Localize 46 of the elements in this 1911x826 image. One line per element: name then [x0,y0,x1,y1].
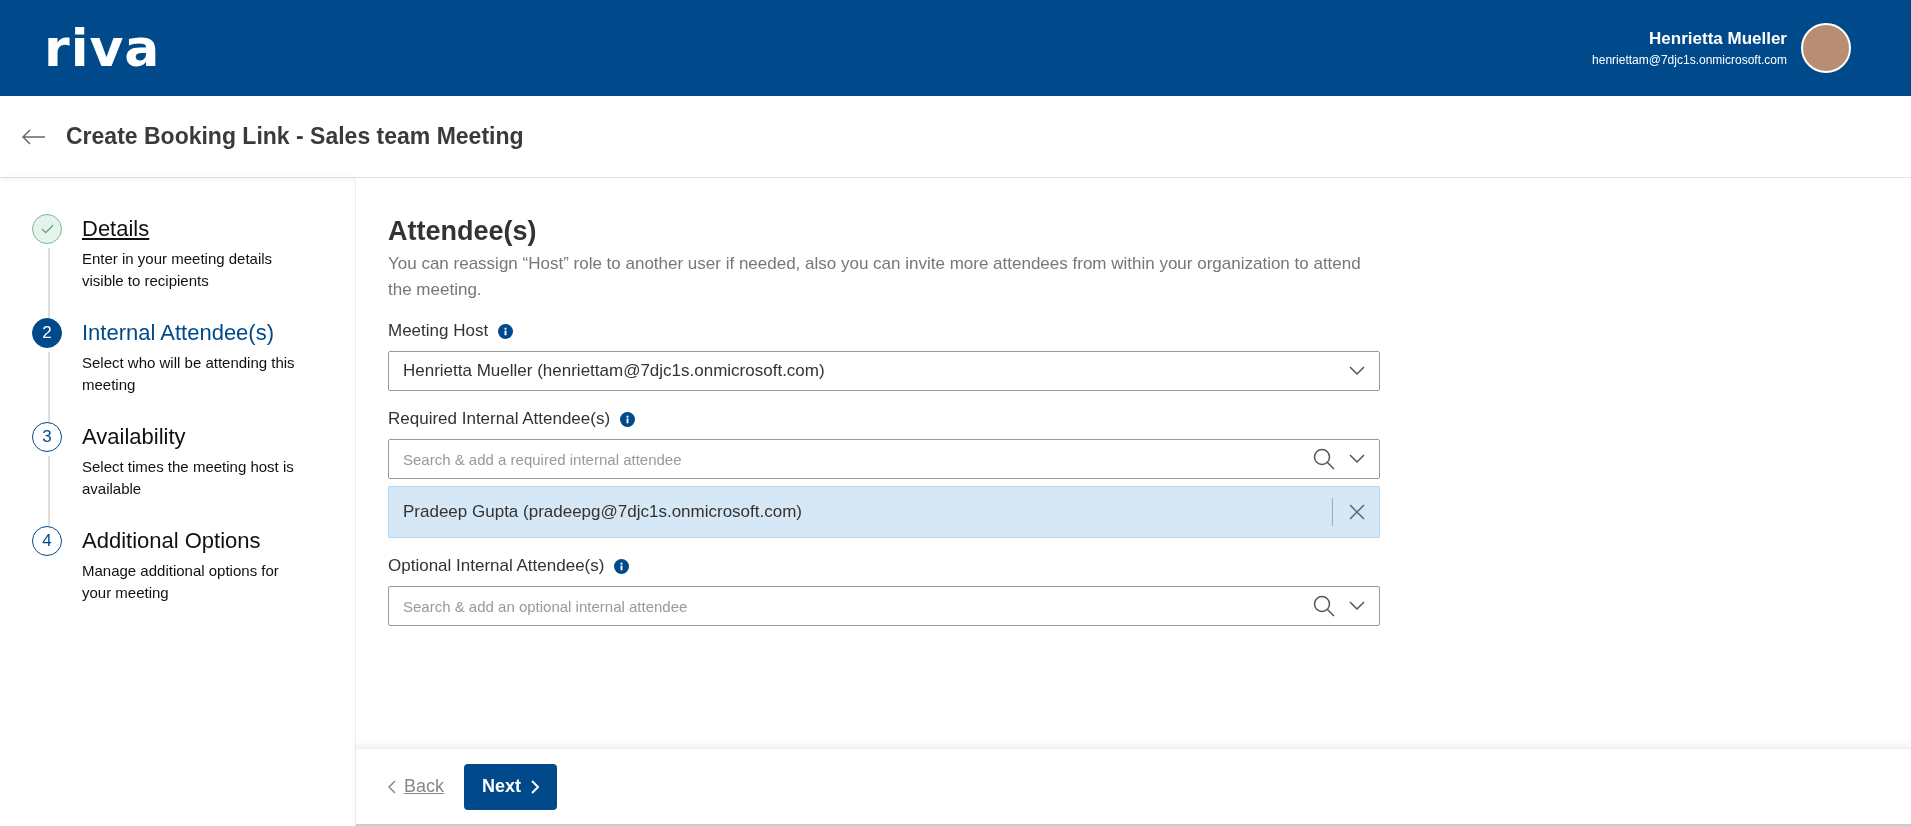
user-name: Henrietta Mueller [1649,29,1787,49]
step-title: Internal Attendee(s) [82,319,275,347]
back-link[interactable]: Back [388,776,445,797]
info-icon[interactable] [620,411,636,427]
field-label: Meeting Host [388,321,489,341]
section-heading: Attendee(s) [388,216,538,247]
user-email: henriettam@7djc1s.onmicrosoft.com [1592,53,1787,67]
step-item[interactable]: 3 Availability Select times the meeting host is available [0,422,355,526]
step-number: 2 [32,318,62,348]
step-description: Select times the meeting host is available [82,457,295,499]
back-arrow-icon[interactable] [22,128,46,145]
step-item[interactable]: Details Enter in your meeting details visible to recipients [0,214,355,318]
field-label: Optional Internal Attendee(s) [388,556,605,576]
logo[interactable]: riva [44,18,161,78]
search-field[interactable]: Search & add a required internal attendee [388,439,1380,479]
attendee-name: Pradeep Gupta (pradeepg@7djc1s.onmicrosoft.com) [403,502,804,522]
search-input[interactable]: Search & add a required internal attendee [403,450,1299,468]
step-number: 4 [32,526,62,556]
chevron-down-icon[interactable] [1349,366,1365,376]
page-title: Create Booking Link - Sales team Meeting [66,123,524,150]
chevron-down-icon[interactable] [1349,454,1365,464]
next-button[interactable]: Next [464,763,558,810]
search-input[interactable]: Search & add an optional internal attendee [403,597,1299,615]
close-icon[interactable] [1349,504,1365,520]
info-icon[interactable] [614,558,630,574]
step-number: 3 [32,422,62,452]
step-title: Details [82,215,151,243]
step-description: Manage additional options for your meeting [82,561,280,603]
search-field[interactable]: Search & add an optional internal attendee [388,586,1380,626]
info-icon[interactable] [498,323,514,339]
field-label: Required Internal Attendee(s) [388,409,611,429]
chevron-right-icon [531,779,540,794]
chevron-down-icon[interactable] [1349,601,1365,611]
search-icon[interactable] [1313,448,1335,470]
chevron-left-icon [388,779,396,794]
step-title: Additional Options [82,527,262,555]
step-item[interactable]: 2 Internal Attendee(s) Select who will be attending this meeting [0,318,355,422]
search-icon[interactable] [1313,595,1335,617]
section-description: You can reassign “Host” role to another user if needed, also you can invite more attendees from within your organization to attend the meeting. [388,253,1362,301]
host-select[interactable]: Henrietta Mueller (henriettam@7djc1s.onmicrosoft.com) [388,351,1380,391]
check-icon [32,214,62,244]
avatar[interactable] [1801,23,1851,73]
step-description: Select who will be attending this meeting [82,353,296,395]
step-description: Enter in your meeting details visible to recipients [82,249,274,291]
step-item[interactable]: 4 Additional Options Manage additional options for your meeting [0,526,355,630]
step-title: Availability [82,423,187,451]
